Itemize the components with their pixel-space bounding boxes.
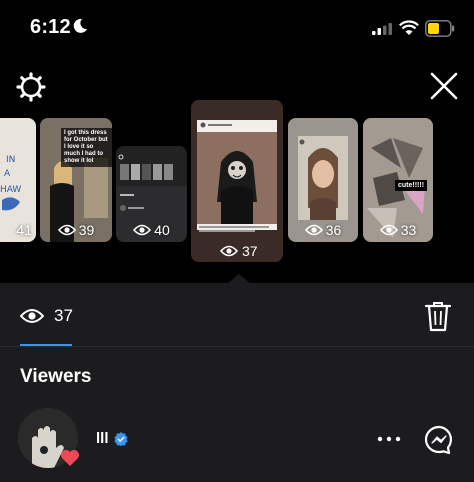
eye-icon: [133, 224, 152, 236]
messenger-icon[interactable]: [424, 425, 454, 455]
eye-icon: [304, 224, 323, 236]
story-count-text: 39: [78, 222, 95, 238]
story-caption: cute!!!!!: [395, 180, 428, 191]
story-view-count: 33: [363, 222, 433, 238]
selected-story-thumbnail[interactable]: [191, 100, 283, 262]
wifi-icon: [399, 20, 419, 35]
story-count-text: 36: [325, 222, 342, 238]
divider: [0, 346, 474, 347]
svg-text:IN: IN: [6, 155, 15, 165]
eye-icon: [220, 245, 238, 257]
story-thumbnail[interactable]: 40: [116, 146, 187, 242]
story-view-count: 41: [0, 222, 36, 238]
story-count-text: 33: [400, 222, 417, 238]
story-thumbnail[interactable]: 36: [288, 118, 358, 242]
heart-icon: [61, 450, 79, 466]
story-caption: I got this dress for October but I love …: [61, 128, 112, 167]
story-count-text: 37: [242, 243, 258, 259]
story-view-count: 36: [288, 222, 358, 238]
story-view-count: 37: [220, 243, 258, 259]
selected-story-image: [191, 100, 283, 262]
verified-badge-icon: [113, 431, 128, 446]
story-view-count: 40: [116, 222, 187, 238]
battery-icon: [425, 20, 455, 37]
cellular-signal-icon: [372, 23, 392, 35]
viewers-heading: Viewers: [20, 366, 92, 387]
story-count-text: 40: [154, 222, 170, 238]
story-thumbnail[interactable]: I got this dress for October but I love …: [40, 118, 112, 242]
svg-text:HAW: HAW: [0, 185, 21, 195]
view-count-tab[interactable]: 37: [20, 306, 73, 326]
trash-icon[interactable]: [424, 300, 452, 332]
story-view-count: 39: [40, 222, 112, 238]
viewer-username[interactable]: lll: [96, 430, 128, 447]
story-thumbnail[interactable]: IN A HAW 41: [0, 118, 36, 242]
eye-icon: [57, 224, 76, 236]
eye-icon: [20, 309, 44, 323]
settings-gear-icon[interactable]: [16, 72, 46, 102]
status-time: 6:12: [30, 16, 71, 38]
story-thumbnail[interactable]: cute!!!!! 33: [363, 118, 433, 242]
viewer-name-text: lll: [96, 430, 109, 447]
more-options-icon[interactable]: [376, 430, 402, 448]
story-count-text: 41: [16, 222, 32, 238]
eye-icon: [379, 224, 398, 236]
close-icon[interactable]: [430, 72, 458, 100]
moon-icon: [73, 18, 87, 33]
svg-text:A: A: [4, 169, 11, 179]
view-count-text: 37: [54, 306, 73, 325]
